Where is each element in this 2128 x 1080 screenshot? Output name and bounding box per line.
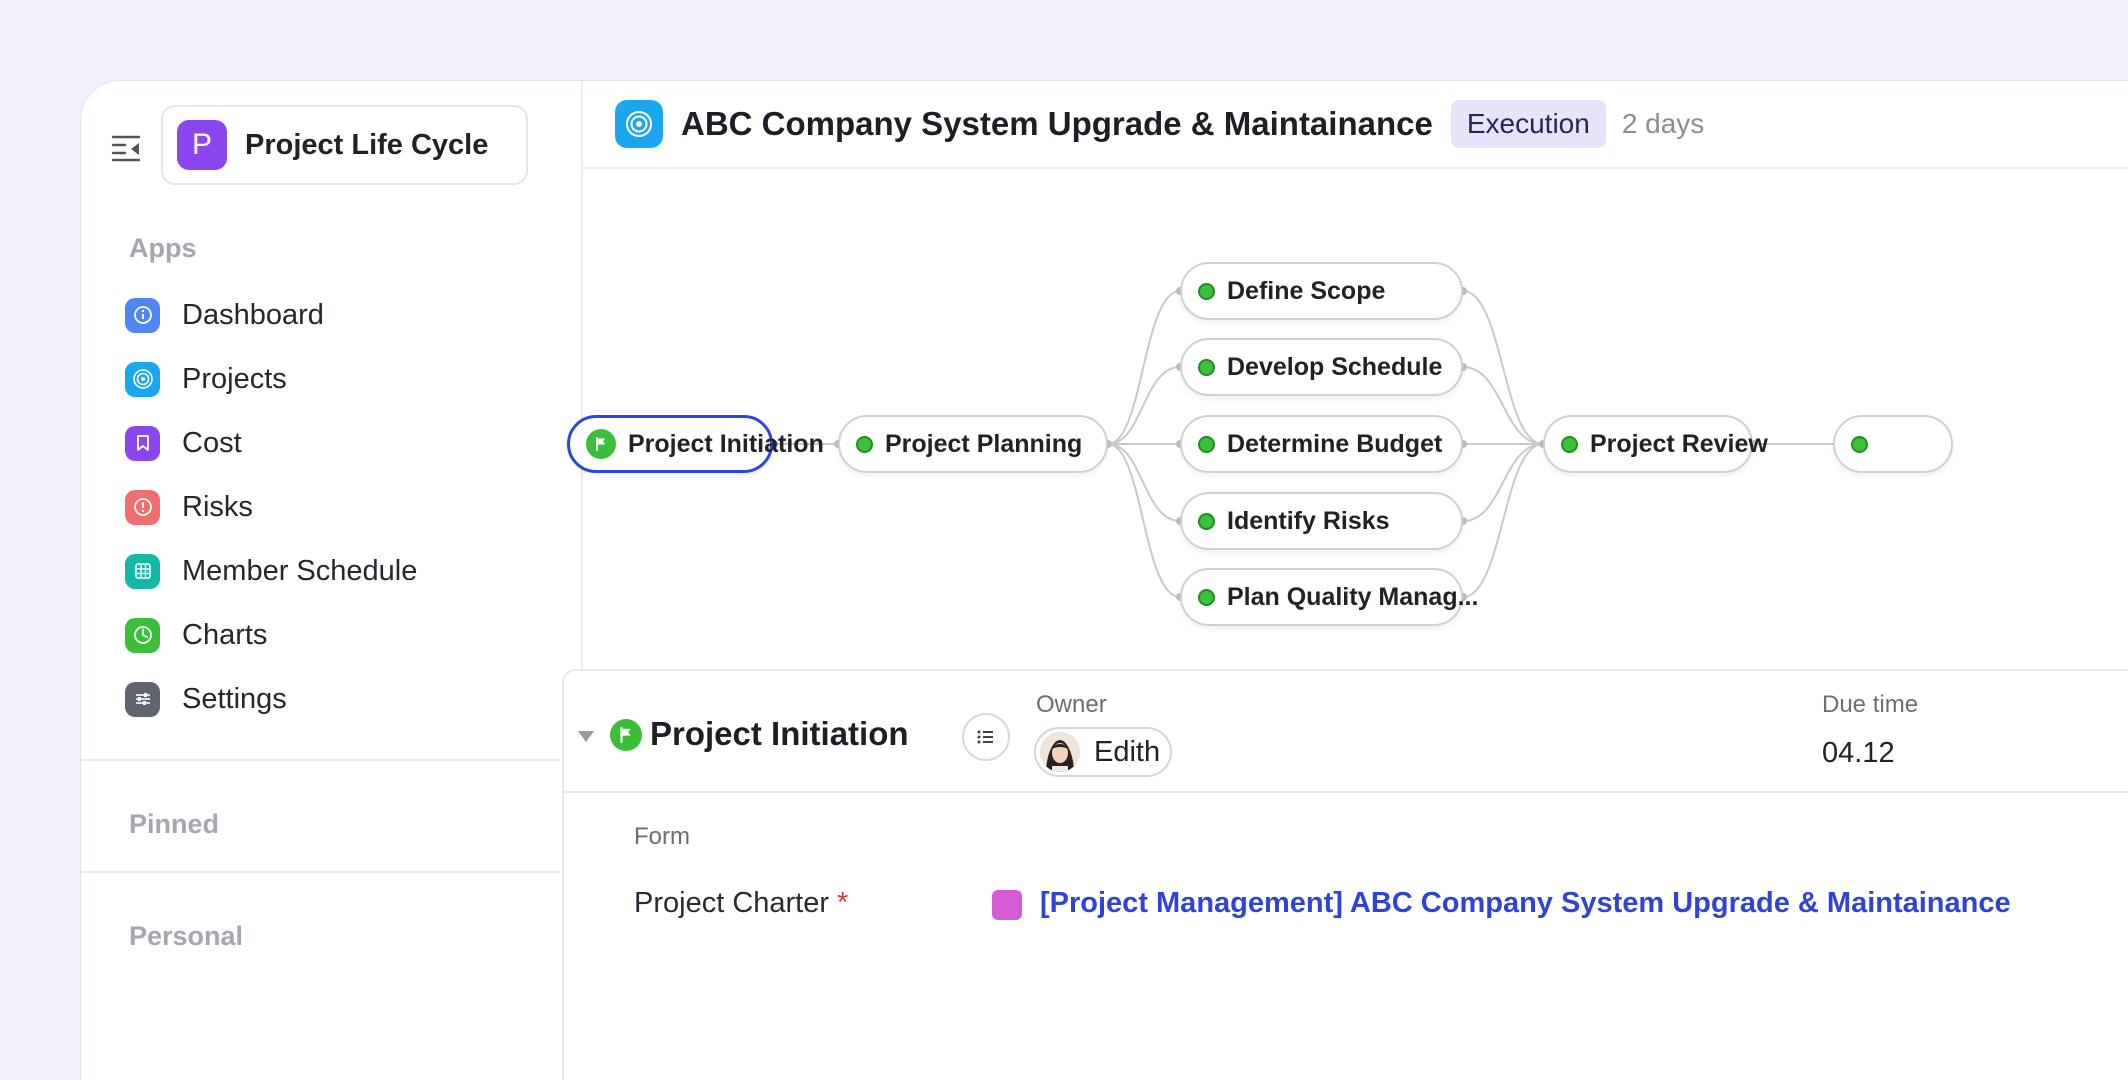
flow-node-label: Plan Quality Manag...: [1227, 582, 1479, 611]
flow-node-label: Project Initiation: [628, 429, 824, 458]
panel-header: Project Initiation Owner Edith Due time …: [564, 671, 2128, 793]
target-icon: [615, 100, 663, 148]
sidebar-item-settings[interactable]: Settings: [125, 667, 417, 731]
sidebar-item-label: Cost: [182, 426, 242, 459]
sidebar-item-projects[interactable]: Projects: [125, 347, 417, 411]
clock-chart-icon: [125, 617, 160, 653]
flow-node-next[interactable]: [1833, 415, 1953, 473]
owner-name: Edith: [1094, 735, 1161, 768]
flow-node-label: Project Review: [1590, 429, 1768, 458]
status-dot: [1561, 435, 1578, 453]
workspace-name: Project Life Cycle: [245, 128, 489, 161]
sidebar-item-label: Dashboard: [182, 298, 324, 331]
section-pinned[interactable]: Pinned: [129, 809, 219, 840]
avatar: [1040, 732, 1080, 772]
form-section-label: Form: [634, 823, 690, 850]
panel-title: Project Initiation: [650, 715, 909, 752]
project-charter-link[interactable]: [Project Management] ABC Company System …: [1040, 887, 2011, 920]
flag-icon: [610, 719, 642, 751]
flag-icon: [586, 429, 616, 459]
sidebar-item-label: Member Schedule: [182, 554, 418, 587]
sidebar-item-label: Charts: [182, 618, 268, 651]
document-color-icon: [992, 890, 1022, 920]
sliders-icon: [125, 681, 160, 717]
alert-icon: [125, 489, 160, 525]
status-dot: [1198, 358, 1215, 376]
flow-node-label: Identify Risks: [1227, 506, 1390, 535]
status-dot: [1851, 435, 1868, 453]
status-dot: [1198, 282, 1215, 300]
status-dot: [1198, 588, 1215, 606]
status-dot: [856, 435, 873, 453]
project-header: ABC Company System Upgrade & Maintainanc…: [583, 81, 2128, 169]
flow-node-plan-quality-management[interactable]: Plan Quality Manag...: [1180, 568, 1478, 626]
flow-node-project-review[interactable]: Project Review: [1543, 415, 1768, 473]
app-nav: Dashboard Projects Cost Risks Member Sch…: [125, 283, 417, 731]
flow-node-label: Project Planning: [885, 429, 1083, 458]
due-time-label: Due time: [1822, 691, 1919, 718]
flow-node-determine-budget[interactable]: Determine Budget: [1180, 415, 1463, 473]
info-icon: [125, 297, 160, 333]
workspace-avatar: P: [177, 120, 227, 170]
flow-node-identify-risks[interactable]: Identify Risks: [1180, 492, 1463, 550]
status-dot: [1198, 512, 1215, 530]
flow-node-develop-schedule[interactable]: Develop Schedule: [1180, 338, 1463, 396]
field-label-project-charter: Project Charter *: [634, 887, 848, 920]
flow-node-project-planning[interactable]: Project Planning: [838, 415, 1108, 473]
duration-text: 2 days: [1621, 108, 1705, 139]
flow-node-label: Define Scope: [1227, 276, 1386, 305]
due-time-value[interactable]: 04.12: [1822, 737, 1895, 770]
flow-node-label: Develop Schedule: [1227, 352, 1443, 381]
owner-chip[interactable]: Edith: [1034, 727, 1173, 777]
flow-node-label: Determine Budget: [1227, 429, 1443, 458]
field-label-text: Project Charter: [634, 887, 830, 919]
sidebar-item-member-schedule[interactable]: Member Schedule: [125, 539, 417, 603]
workspace-switcher[interactable]: P Project Life Cycle: [161, 105, 528, 185]
bookmark-icon: [125, 425, 160, 461]
flow-node-project-initiation[interactable]: Project Initiation: [567, 415, 824, 473]
section-personal[interactable]: Personal: [129, 921, 243, 952]
target-icon: [125, 361, 160, 397]
calendar-grid-icon: [125, 553, 160, 589]
sidebar-item-dashboard[interactable]: Dashboard: [125, 283, 417, 347]
sidebar-item-label: Projects: [182, 362, 287, 395]
flow-node-define-scope[interactable]: Define Scope: [1180, 262, 1463, 320]
section-apps[interactable]: Apps: [129, 233, 197, 264]
stage-badge[interactable]: Execution: [1450, 100, 1606, 148]
collapse-sidebar-icon[interactable]: [111, 131, 143, 163]
sidebar-item-label: Settings: [182, 682, 287, 715]
sidebar-item-charts[interactable]: Charts: [125, 603, 417, 667]
sidebar-item-label: Risks: [182, 490, 253, 523]
sidebar: P Project Life Cycle Apps Dashboard Proj…: [81, 81, 583, 1080]
sidebar-item-risks[interactable]: Risks: [125, 475, 417, 539]
required-mark: *: [837, 887, 849, 919]
stage-detail-panel: Project Initiation Owner Edith Due time …: [562, 669, 2128, 1080]
status-dot: [1198, 435, 1215, 453]
collapse-caret-icon[interactable]: [578, 731, 594, 742]
divider: [81, 871, 561, 873]
divider: [81, 759, 561, 761]
project-title: ABC Company System Upgrade & Maintainanc…: [681, 105, 1433, 142]
owner-label: Owner: [1036, 691, 1107, 718]
checklist-button[interactable]: [962, 713, 1010, 761]
sidebar-item-cost[interactable]: Cost: [125, 411, 417, 475]
list-icon: [977, 730, 993, 744]
